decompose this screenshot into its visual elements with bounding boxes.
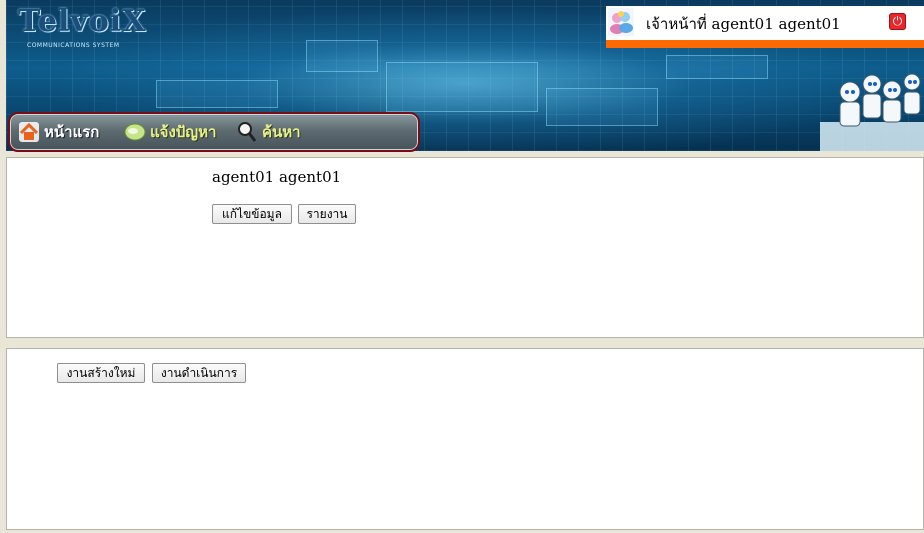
menu-item-search[interactable]: ค้นหา [236,119,301,145]
in-progress-jobs-button[interactable]: งานดำเนินการ [152,363,246,383]
company-logo: TelvoiX COMMUNICATIONS SYSTEM [18,4,148,50]
user-info-box: เจ้าหน้าที่ agent01 agent01 ⏻ [606,6,924,48]
menu-home-label: หน้าแรก [44,123,100,141]
logo-text: TelvoiX [18,4,147,39]
new-jobs-button[interactable]: งานสร้างใหม่ [57,363,145,383]
edit-profile-button[interactable]: แก้ไขข้อมูล [212,204,292,224]
menu-item-report-problem[interactable]: แจ้งปัญหา [124,119,216,145]
magnifier-icon [236,121,258,143]
banner-screen-decoration [666,55,768,79]
logo-subtitle: COMMUNICATIONS SYSTEM [27,42,120,49]
menu-item-home[interactable]: หน้าแรก [18,119,99,145]
banner-screen-decoration [386,62,538,112]
home-icon [18,121,40,143]
menu-search-label: ค้นหา [262,123,301,141]
agent-name: agent01 agent01 [212,168,342,186]
robots-illustration [820,62,924,151]
user-avatar-icon [608,8,634,36]
banner-screen-decoration [546,88,658,126]
banner-screen-decoration [156,80,278,108]
jobs-panel: งานสร้างใหม่ งานดำเนินการ [6,348,924,530]
main-menu-bar: หน้าแรก แจ้งปัญหา ค้นหา [8,112,420,152]
accent-bar [606,40,924,48]
profile-panel: agent01 agent01 แก้ไขข้อมูล รายงาน [6,157,924,338]
chat-icon [124,121,146,143]
banner-screen-decoration [306,40,378,72]
user-label: เจ้าหน้าที่ agent01 agent01 [646,15,841,33]
logout-power-icon[interactable]: ⏻ [889,13,906,30]
report-button[interactable]: รายงาน [298,204,356,224]
menu-report-label: แจ้งปัญหา [150,123,217,141]
